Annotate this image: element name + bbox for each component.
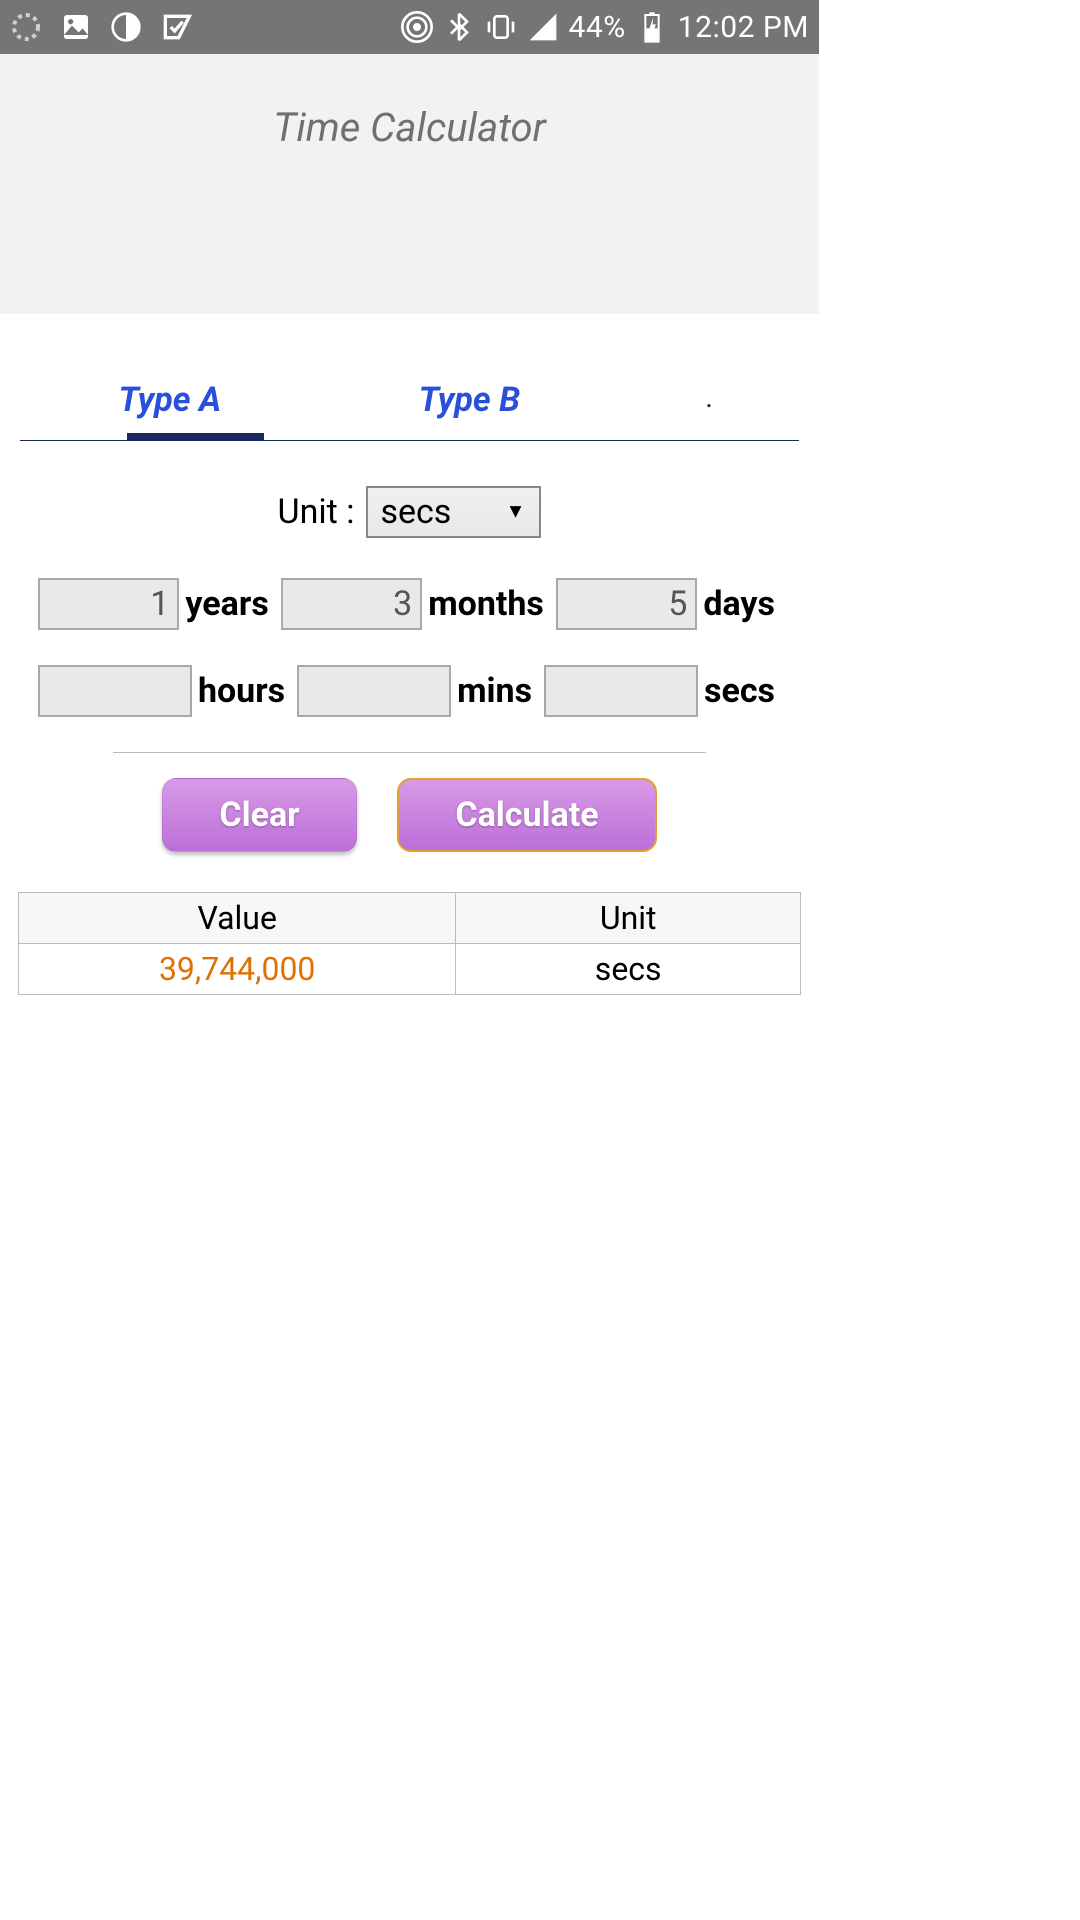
divider [113, 752, 706, 753]
result-header-row: Value Unit [19, 893, 800, 944]
months-input[interactable]: 3 [281, 578, 422, 630]
unit-select[interactable]: secs [366, 486, 541, 538]
unit-row: Unit : secs [0, 486, 819, 538]
result-header-value: Value [19, 893, 456, 943]
row-ymd: 1 years 3 months 5 days [38, 578, 781, 630]
inputs: 1 years 3 months 5 days hours mins secs … [0, 578, 819, 852]
years-label: years [185, 584, 268, 624]
row-hms: hours mins secs [38, 665, 781, 717]
clear-button[interactable]: Clear [162, 778, 357, 852]
clock-text: 12:02 PM [678, 10, 809, 45]
result-body-row: 39,744,000 secs [19, 944, 800, 994]
vibrate-icon [485, 11, 517, 43]
secs-label: secs [704, 671, 775, 711]
months-label: months [428, 584, 544, 624]
checkmark-icon [160, 11, 192, 43]
status-bar: 44% 12:02 PM [0, 0, 819, 54]
result-table: Value Unit 39,744,000 secs [18, 892, 801, 995]
spinner-icon [10, 11, 42, 43]
battery-percent: 44% [569, 10, 626, 45]
unit-select-value: secs [380, 492, 451, 532]
tab-more[interactable]: . [619, 364, 799, 440]
header: Time Calculator [0, 54, 819, 314]
mins-label: mins [457, 671, 532, 711]
battery-icon [636, 11, 668, 43]
tab-type-a[interactable]: Type A [20, 364, 320, 440]
secs-input[interactable] [544, 665, 698, 717]
status-right: 44% 12:02 PM [401, 10, 809, 45]
result-value: 39,744,000 [19, 944, 456, 994]
hours-label: hours [198, 671, 285, 711]
result-unit: secs [456, 944, 800, 994]
result-header-unit: Unit [456, 893, 800, 943]
tabs: Type A Type B . [20, 364, 799, 441]
hours-input[interactable] [38, 665, 192, 717]
status-left [10, 11, 192, 43]
circle-half-icon [110, 11, 142, 43]
unit-label: Unit : [278, 492, 355, 532]
days-label: days [703, 584, 775, 624]
bluetooth-icon [443, 11, 475, 43]
years-input[interactable]: 1 [38, 578, 179, 630]
page-title: Time Calculator [273, 104, 546, 151]
hotspot-icon [401, 11, 433, 43]
days-input[interactable]: 5 [556, 578, 697, 630]
image-icon [60, 11, 92, 43]
buttons-row: Clear Calculate [38, 778, 781, 852]
calculate-button[interactable]: Calculate [397, 778, 657, 852]
signal-icon [527, 11, 559, 43]
tab-indicator [127, 433, 264, 441]
tab-type-b[interactable]: Type B [320, 364, 620, 440]
mins-input[interactable] [297, 665, 451, 717]
